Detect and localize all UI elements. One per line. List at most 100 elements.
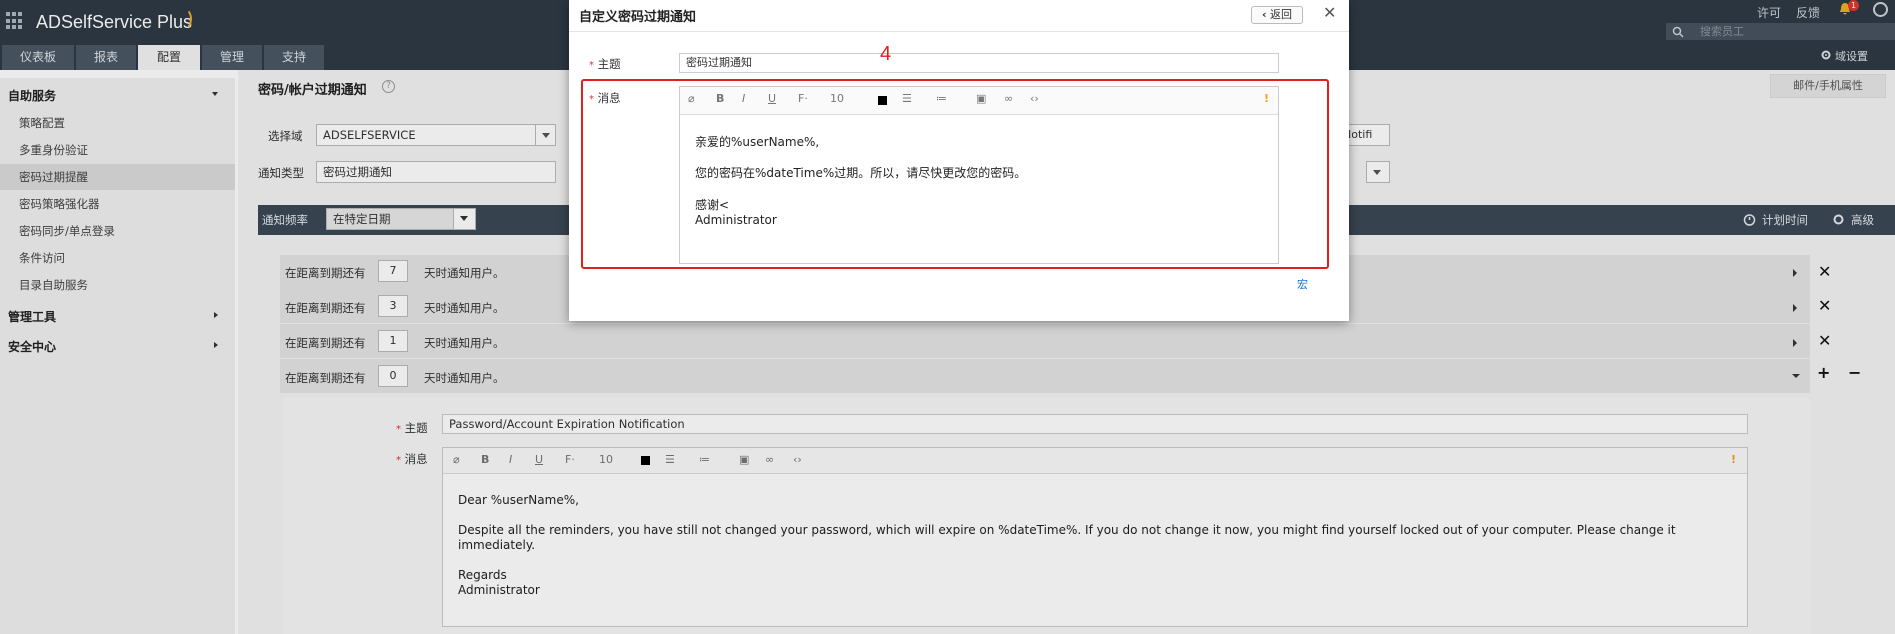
font-color-icon[interactable]	[641, 456, 650, 465]
sidebar-group-security[interactable]: 安全中心	[8, 338, 56, 355]
expand-right-icon[interactable]	[1793, 304, 1797, 312]
days-input[interactable]: 7	[378, 260, 408, 282]
reminder-prefix: 在距离到期还有	[285, 336, 366, 350]
reminder-prefix: 在距离到期还有	[285, 266, 366, 280]
caret-right-icon	[214, 312, 218, 318]
remove-last-row-icon[interactable]: −	[1848, 363, 1861, 382]
modal-subject-label: * 主题	[589, 57, 621, 71]
reminder-prefix: 在距离到期还有	[285, 301, 366, 315]
frequency-label: 通知频率	[262, 213, 308, 227]
sidebar-item-mfa[interactable]: 多重身份验证	[0, 137, 235, 163]
logo-arc-icon	[176, 8, 192, 30]
tab-admin[interactable]: 管理	[202, 45, 262, 70]
user-avatar-icon[interactable]	[1873, 2, 1888, 17]
close-icon[interactable]: ✕	[1323, 3, 1336, 22]
mail-mobile-properties-button[interactable]: 邮件/手机属性	[1770, 74, 1886, 98]
divider	[569, 31, 1349, 32]
chevron-left-icon: ‹	[1261, 8, 1267, 21]
employee-search-input[interactable]: 搜索员工	[1666, 23, 1895, 40]
expand-right-icon[interactable]	[1793, 269, 1797, 277]
tab-configuration[interactable]: 配置	[138, 45, 200, 70]
tab-reports[interactable]: 报表	[76, 45, 136, 70]
underline-icon[interactable]: U	[535, 453, 543, 466]
editor-toolbar: ⌀ B I U F· 10 ☰ ≔ ▣ ∞ ‹› !	[443, 448, 1747, 474]
alarm-clock-icon	[1743, 214, 1756, 226]
domain-select-value: ADSELFSERVICE	[323, 128, 416, 142]
font-size-select[interactable]: 10	[599, 453, 613, 466]
domain-settings-link[interactable]: 域设置	[1835, 48, 1868, 64]
dialog-title: 自定义密码过期通知	[579, 10, 697, 25]
image-icon[interactable]: ▣	[739, 453, 749, 466]
message-editor[interactable]: ⌀ B I U F· 10 ☰ ≔ ▣ ∞ ‹› ! Dear %userNam…	[442, 447, 1748, 627]
attach-icon[interactable]: ⌀	[453, 453, 460, 466]
days-input[interactable]: 3	[378, 295, 408, 317]
domain-select[interactable]: ADSELFSERVICE	[316, 124, 556, 146]
sidebar-group-admin-tools[interactable]: 管理工具	[8, 308, 56, 325]
message-label: * 消息	[396, 452, 428, 466]
caret-right-icon	[214, 342, 218, 348]
reminder-suffix: 天时通知用户。	[424, 266, 505, 280]
sidebar-item-policy[interactable]: 策略配置	[0, 110, 235, 136]
sidebar-group-self-service[interactable]: 自助服务	[8, 87, 56, 104]
back-button[interactable]: ‹ 返回	[1251, 6, 1303, 24]
frequency-select[interactable]: 在特定日期	[326, 208, 476, 230]
app-grid-icon[interactable]	[6, 12, 24, 30]
tab-dashboard[interactable]: 仪表板	[2, 45, 74, 70]
remove-row-icon[interactable]: ✕	[1818, 262, 1831, 281]
notification-badge: 1	[1848, 0, 1860, 11]
sidebar-item-password-policy[interactable]: 密码策略强化器	[0, 191, 235, 217]
subject-label-text: 主题	[404, 421, 428, 435]
subject-input[interactable]: Password/Account Expiration Notification	[442, 414, 1748, 434]
tab-support[interactable]: 支持	[264, 45, 324, 70]
app-logo: ADSelfService Plus	[36, 12, 193, 32]
warning-icon: !	[1731, 453, 1737, 466]
remove-row-icon[interactable]: ✕	[1818, 296, 1831, 315]
expand-right-icon[interactable]	[1793, 339, 1797, 347]
message-line: Despite all the reminders, you have stil…	[458, 523, 1676, 537]
custom-notification-dialog: 自定义密码过期通知 ‹ 返回 ✕ * 主题 密码过期通知 * 消息 ⌀ B I …	[569, 0, 1349, 321]
dropdown-select[interactable]	[1366, 161, 1390, 183]
notification-type-select[interactable]: 密码过期通知	[316, 161, 556, 183]
back-button-label: 返回	[1270, 8, 1293, 21]
list-icon[interactable]: ≔	[699, 453, 710, 466]
days-input[interactable]: 1	[378, 330, 408, 352]
gear-icon	[1833, 214, 1844, 225]
highlight-box	[581, 79, 1329, 269]
link-icon[interactable]: ∞	[765, 453, 774, 466]
help-icon[interactable]: ?	[382, 80, 395, 93]
message-label-text: 消息	[404, 452, 428, 466]
modal-subject-input[interactable]: 密码过期通知	[679, 53, 1279, 73]
modal-subject-label-text: 主题	[597, 57, 621, 71]
align-icon[interactable]: ☰	[665, 453, 675, 466]
chevron-down-icon	[535, 125, 555, 145]
license-link[interactable]: 许可	[1757, 4, 1781, 21]
message-line: immediately.	[458, 538, 536, 552]
notification-type-value: 密码过期通知	[323, 165, 392, 179]
sidebar-item-password-sync[interactable]: 密码同步/单点登录	[0, 218, 235, 244]
remove-row-icon[interactable]: ✕	[1818, 331, 1831, 350]
reminder-row	[280, 324, 1810, 358]
search-icon	[1672, 26, 1684, 38]
reminder-suffix: 天时通知用户。	[424, 371, 505, 385]
feedback-link[interactable]: 反馈	[1796, 4, 1820, 21]
italic-icon[interactable]: I	[509, 453, 512, 466]
source-code-icon[interactable]: ‹›	[793, 453, 802, 466]
notification-type-label: 通知类型	[258, 166, 304, 180]
days-input[interactable]: 0	[378, 365, 408, 387]
subject-label: * 主题	[396, 421, 428, 435]
sidebar-item-conditional-access[interactable]: 条件访问	[0, 245, 235, 271]
advanced-link[interactable]: 高级	[1851, 212, 1874, 228]
expand-down-icon[interactable]	[1792, 374, 1800, 378]
macro-link[interactable]: 宏	[1297, 276, 1308, 292]
font-family-icon[interactable]: F·	[565, 453, 575, 466]
gear-icon	[1821, 50, 1831, 60]
message-line: Dear %userName%,	[458, 493, 579, 507]
sidebar-item-password-expiry[interactable]: 密码过期提醒	[0, 164, 235, 190]
step-annotation: 4	[880, 43, 892, 65]
add-row-icon[interactable]: +	[1817, 363, 1830, 382]
schedule-time-link[interactable]: 计划时间	[1762, 212, 1808, 228]
bold-icon[interactable]: B	[481, 453, 489, 466]
message-line: Administrator	[458, 583, 540, 597]
sidebar-item-directory-self-service[interactable]: 目录自助服务	[0, 272, 235, 298]
select-domain-label: 选择域	[268, 129, 303, 143]
